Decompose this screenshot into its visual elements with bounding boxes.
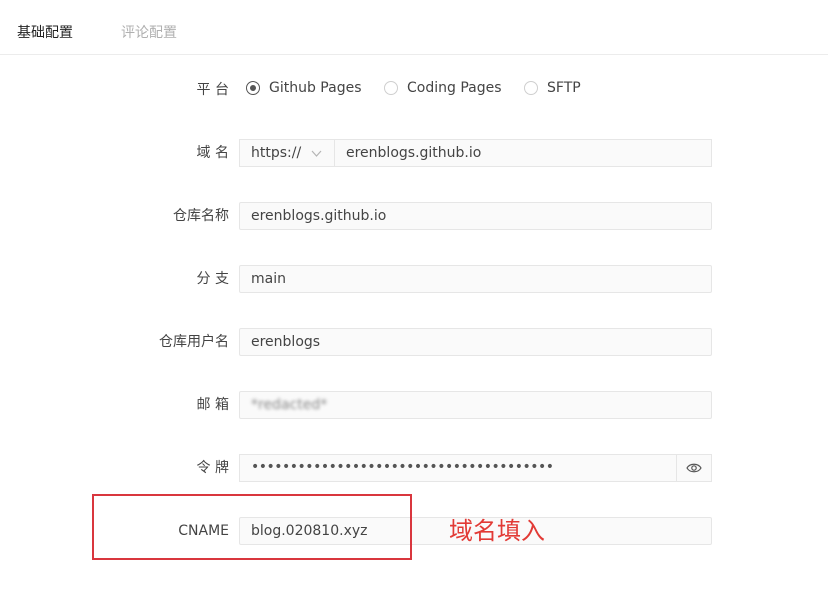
repo-user-input[interactable]: erenblogs — [239, 328, 712, 356]
tab-comment-config[interactable]: 评论配置 — [121, 24, 177, 42]
email-input[interactable]: *redacted* — [239, 391, 712, 419]
annotation-text: 域名填入 — [449, 517, 545, 545]
toggle-visibility-button[interactable] — [676, 454, 712, 482]
email-label: 邮 箱 — [196, 397, 229, 413]
token-input[interactable]: ••••••••••••••••••••••••••••••••••••••• — [239, 454, 676, 482]
annotation-highlight-box — [92, 494, 412, 560]
domain-input[interactable]: erenblogs.github.io — [334, 139, 712, 167]
tab-basic-config[interactable]: 基础配置 — [17, 24, 73, 42]
protocol-select[interactable]: https:// — [239, 139, 334, 167]
radio-circle-checked — [246, 81, 260, 95]
radio-coding-pages[interactable]: Coding Pages — [384, 80, 502, 96]
radio-sftp[interactable]: SFTP — [524, 80, 581, 96]
eye-icon — [686, 459, 702, 478]
chevron-down-icon — [311, 141, 322, 177]
radio-label: Github Pages — [269, 80, 362, 96]
token-input-group: ••••••••••••••••••••••••••••••••••••••• — [239, 454, 712, 482]
radio-circle — [524, 81, 538, 95]
domain-label: 域 名 — [196, 145, 229, 161]
radio-label: SFTP — [547, 80, 581, 96]
domain-input-group: https:// erenblogs.github.io — [239, 139, 712, 167]
radio-circle — [384, 81, 398, 95]
platform-label: 平 台 — [196, 82, 229, 98]
token-label: 令 牌 — [196, 460, 229, 476]
branch-label: 分 支 — [196, 271, 229, 287]
branch-input[interactable]: main — [239, 265, 712, 293]
repo-name-label: 仓库名称 — [173, 208, 229, 224]
radio-label: Coding Pages — [407, 80, 502, 96]
protocol-value: https:// — [251, 145, 302, 161]
radio-github-pages[interactable]: Github Pages — [246, 80, 362, 96]
email-value-blurred: *redacted* — [251, 397, 328, 413]
repo-user-label: 仓库用户名 — [159, 334, 229, 350]
settings-tabs: 基础配置 评论配置 — [0, 0, 828, 55]
repo-name-input[interactable]: erenblogs.github.io — [239, 202, 712, 230]
